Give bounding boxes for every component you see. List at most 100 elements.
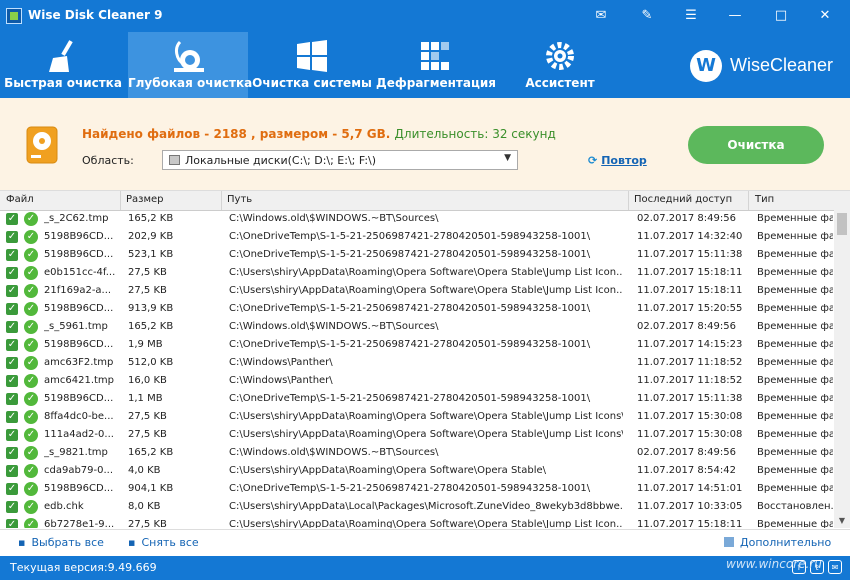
tab-defrag[interactable]: Дефрагментация [376,32,496,98]
table-row[interactable]: ✓ ✓ 5198B96CD... 1,9 MB C:\OneDriveTemp\… [0,336,834,354]
row-checkbox[interactable]: ✓ [6,429,18,441]
table-row[interactable]: ✓ ✓ 6b7278e1-9... 27,5 KB C:\Users\shiry… [0,516,834,528]
cell-path: C:\Windows\Panther\ [229,375,333,386]
column-header-file[interactable]: Файл [6,194,34,205]
chevron-down-icon: ▼ [504,153,511,163]
table-row[interactable]: ✓ ✓ 8ffa4dc0-be... 27,5 KB C:\Users\shir… [0,408,834,426]
settings-icon [724,537,734,547]
row-checkbox[interactable]: ✓ [6,231,18,243]
table-row[interactable]: ✓ ✓ amc63F2.tmp 512,0 KB C:\Windows\Pant… [0,354,834,372]
cell-file: 111a4ad2-0... [44,429,114,440]
row-checkbox[interactable]: ✓ [6,249,18,261]
row-checkbox[interactable]: ✓ [6,267,18,279]
cell-path: C:\Windows\Panther\ [229,357,333,368]
minimize-icon[interactable]: — [724,6,746,26]
found-files-text: Найдено файлов - 2188 , размером - 5,7 G… [82,127,391,141]
row-checkbox[interactable]: ✓ [6,285,18,297]
skin-icon[interactable]: ✎ [636,6,658,26]
row-checkbox[interactable]: ✓ [6,465,18,477]
table-row[interactable]: ✓ ✓ _s_2C62.tmp 165,2 KB C:\Windows.old\… [0,210,834,228]
table-row[interactable]: ✓ ✓ 21f169a2-a... 27,5 KB C:\Users\shiry… [0,282,834,300]
column-header-type[interactable]: Тип [755,194,774,205]
row-checkbox[interactable]: ✓ [6,303,18,315]
row-checkbox[interactable]: ✓ [6,519,18,528]
table-row[interactable]: ✓ ✓ 111a4ad2-0... 27,5 KB C:\Users\shiry… [0,426,834,444]
message-icon[interactable]: ✉ [590,6,612,26]
file-list: ✓ ✓ _s_2C62.tmp 165,2 KB C:\Windows.old\… [0,210,834,528]
table-row[interactable]: ✓ ✓ 5198B96CD... 904,1 KB C:\OneDriveTem… [0,480,834,498]
row-checkbox[interactable]: ✓ [6,321,18,333]
cell-size: 27,5 KB [128,411,167,422]
row-checkbox[interactable]: ✓ [6,357,18,369]
tab-deep-clean[interactable]: Глубокая очистка [128,32,252,98]
table-row[interactable]: ✓ ✓ _s_5961.tmp 165,2 KB C:\Windows.old\… [0,318,834,336]
cell-size: 913,9 KB [128,303,174,314]
table-row[interactable]: ✓ ✓ 5198B96CD... 1,1 MB C:\OneDriveTemp\… [0,390,834,408]
table-header: Файл Размер Путь Последний доступ Тип [0,191,834,211]
cell-type: Временные фа... [757,483,833,494]
check-circle-icon: ✓ [24,518,38,528]
row-checkbox[interactable]: ✓ [6,375,18,387]
area-select-value: Локальные диски(C:\; D:\; E:\; F:\) [185,154,377,167]
select-all-link[interactable]: ▪ Выбрать все [18,536,104,549]
cell-type: Временные фа... [757,411,833,422]
column-header-size[interactable]: Размер [126,194,164,205]
scrollbar-thumb[interactable] [837,213,847,235]
table-row[interactable]: ✓ ✓ cda9ab79-0... 4,0 KB C:\Users\shiry\… [0,462,834,480]
cell-file: 5198B96CD... [44,303,114,314]
cell-file: cda9ab79-0... [44,465,114,476]
title-bar: Wise Disk Cleaner 9 ✉ ✎ ☰ — □ ✕ [0,0,850,32]
row-checkbox[interactable]: ✓ [6,393,18,405]
check-circle-icon: ✓ [24,482,38,496]
table-row[interactable]: ✓ ✓ edb.chk 8,0 KB C:\Users\shiry\AppDat… [0,498,834,516]
row-checkbox[interactable]: ✓ [6,483,18,495]
check-circle-icon: ✓ [24,266,38,280]
check-circle-icon: ✓ [24,446,38,460]
cell-file: edb.chk [44,501,84,512]
table-row[interactable]: ✓ ✓ _s_9821.tmp 165,2 KB C:\Windows.old\… [0,444,834,462]
window-title: Wise Disk Cleaner 9 [28,8,163,22]
cell-type: Временные фа... [757,285,833,296]
cell-last-access: 11.07.2017 15:11:38 [637,249,743,260]
check-circle-icon: ✓ [24,392,38,406]
tab-system-clean[interactable]: Очистка системы [250,32,374,98]
close-icon[interactable]: ✕ [814,6,836,26]
column-header-last-access[interactable]: Последний доступ [634,194,732,205]
column-header-path[interactable]: Путь [227,194,252,205]
table-row[interactable]: ✓ ✓ 5198B96CD... 523,1 KB C:\OneDriveTem… [0,246,834,264]
row-checkbox[interactable]: ✓ [6,447,18,459]
row-checkbox[interactable]: ✓ [6,411,18,423]
cell-size: 904,1 KB [128,483,174,494]
row-checkbox[interactable]: ✓ [6,501,18,513]
clean-button[interactable]: Очистка [688,126,824,164]
cell-type: Временные фа... [757,339,833,350]
cell-path: C:\Users\shiry\AppData\Roaming\Opera Sof… [229,411,623,422]
row-checkbox[interactable]: ✓ [6,339,18,351]
table-row[interactable]: ✓ ✓ e0b151cc-4f... 27,5 KB C:\Users\shir… [0,264,834,282]
cell-file: 6b7278e1-9... [44,519,115,528]
table-row[interactable]: ✓ ✓ amc6421.tmp 16,0 KB C:\Windows\Panth… [0,372,834,390]
table-row[interactable]: ✓ ✓ 5198B96CD... 913,9 KB C:\OneDriveTem… [0,300,834,318]
cell-file: _s_9821.tmp [44,447,108,458]
cell-path: C:\OneDriveTemp\S-1-5-21-2506987421-2780… [229,393,591,404]
table-row[interactable]: ✓ ✓ 5198B96CD... 202,9 KB C:\OneDriveTem… [0,228,834,246]
scroll-down-icon[interactable]: ▼ [834,514,850,528]
vertical-scrollbar[interactable]: ▲ ▼ [834,191,850,528]
scan-duration-text: Длительность: 32 секунд [394,127,556,141]
more-options-link[interactable]: Дополнительно [724,536,831,549]
cell-last-access: 11.07.2017 14:51:01 [637,483,743,494]
rescan-link[interactable]: ⟳ Повтор [588,154,647,167]
maximize-icon[interactable]: □ [770,6,792,26]
row-checkbox[interactable]: ✓ [6,213,18,225]
bullet-icon: ▪ [128,536,136,549]
cell-size: 1,1 MB [128,393,163,404]
scan-result-text: Найдено файлов - 2188 , размером - 5,7 G… [82,127,556,141]
area-select[interactable]: Локальные диски(C:\; D:\; E:\; F:\) ▼ [162,150,518,170]
menu-icon[interactable]: ☰ [680,6,702,26]
cell-last-access: 11.07.2017 11:18:52 [637,375,743,386]
tab-quick-clean[interactable]: Быстрая очистка [0,32,126,98]
cell-size: 4,0 KB [128,465,161,476]
tab-assistant[interactable]: Ассистент [500,32,620,98]
deselect-all-link[interactable]: ▪ Снять все [128,536,199,549]
email-icon[interactable]: ✉ [828,560,842,574]
